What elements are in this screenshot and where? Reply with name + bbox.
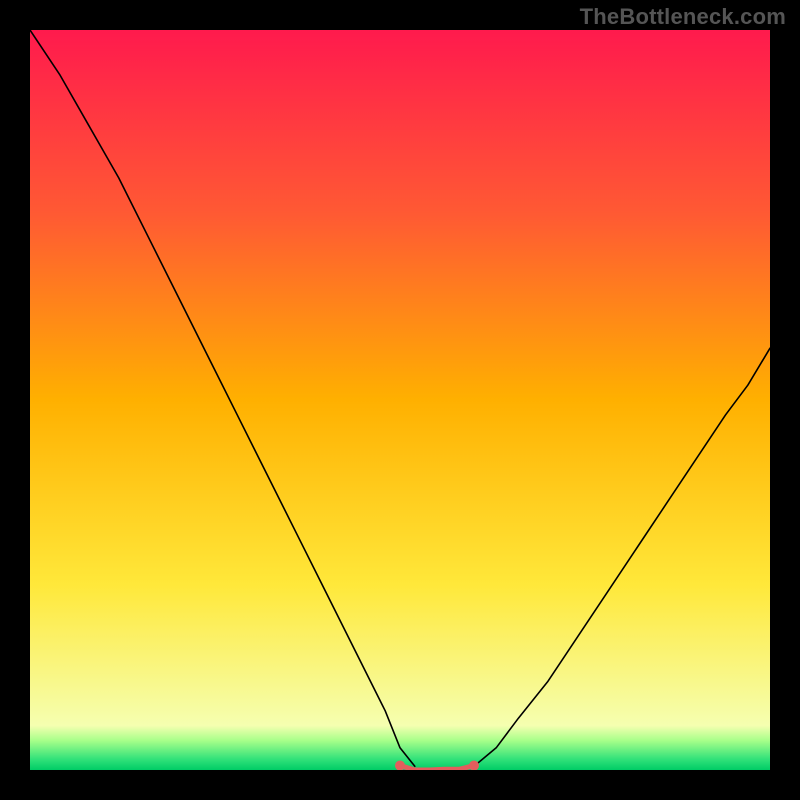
gradient-background xyxy=(30,30,770,770)
plot-area xyxy=(30,30,770,770)
chart-svg xyxy=(30,30,770,770)
chart-frame: TheBottleneck.com xyxy=(0,0,800,800)
watermark-label: TheBottleneck.com xyxy=(580,4,786,30)
